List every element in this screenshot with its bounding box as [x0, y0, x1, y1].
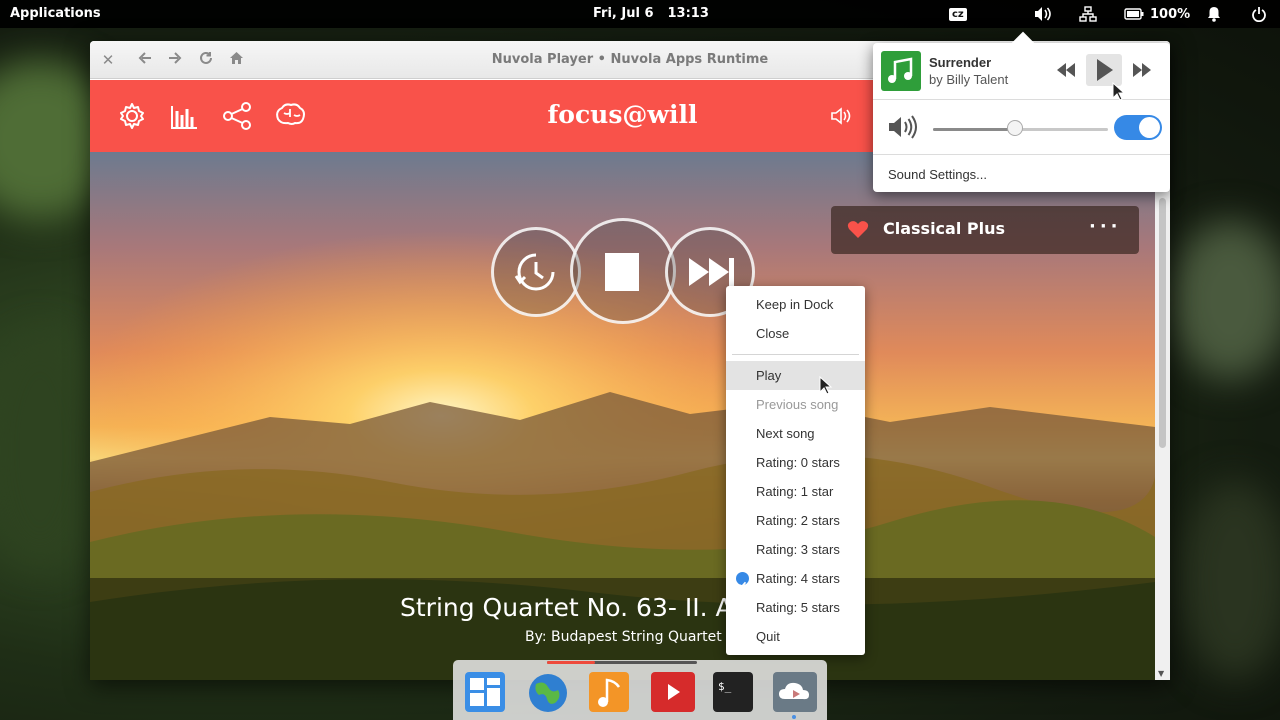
- network-icon[interactable]: [1078, 5, 1098, 23]
- popover-song-artist: by Billy Talent: [929, 72, 1009, 87]
- menu-item-previous-song[interactable]: Previous song: [726, 390, 865, 419]
- sound-indicator-icon[interactable]: [1032, 5, 1054, 23]
- mouse-pointer-icon: [1112, 82, 1126, 101]
- sound-settings-link[interactable]: Sound Settings...: [888, 167, 987, 182]
- brain-icon[interactable]: [274, 101, 305, 131]
- album-art-music-icon[interactable]: [881, 51, 921, 91]
- track-title: String Quartet No. 63- II. Ac: [400, 593, 746, 622]
- dock-progress-fill: [547, 661, 595, 664]
- menu-item-rating-3[interactable]: Rating: 3 stars: [726, 535, 865, 564]
- menu-item-rating-4-row[interactable]: Rating: 4 stars: [726, 564, 865, 593]
- popover-song-title: Surrender: [929, 55, 992, 70]
- menu-item-next-song[interactable]: Next song: [726, 419, 865, 448]
- menu-item-rating-2[interactable]: Rating: 2 stars: [726, 506, 865, 535]
- sound-popover: Surrender by Billy Talent Sound Settings…: [873, 31, 1170, 192]
- station-selector[interactable]: Classical Plus ···: [831, 206, 1139, 254]
- volume-slider-fill: [933, 128, 1016, 131]
- dock-playback-progress: [547, 661, 697, 664]
- applications-menu[interactable]: Applications: [10, 6, 101, 21]
- running-app-indicator: [792, 715, 796, 719]
- volume-slider-knob[interactable]: [1007, 120, 1024, 136]
- menu-item-rating-0[interactable]: Rating: 0 stars: [726, 448, 865, 477]
- menu-item-quit[interactable]: Quit: [726, 622, 865, 651]
- menu-item-rating-1[interactable]: Rating: 1 star: [726, 477, 865, 506]
- menu-item-close[interactable]: Close: [726, 319, 865, 348]
- menu-item-keep-in-dock[interactable]: Keep in Dock: [726, 290, 865, 319]
- web-browser-icon[interactable]: [527, 672, 567, 712]
- terminal-icon[interactable]: $_: [713, 672, 753, 712]
- power-status-indicator[interactable]: 100%: [1124, 5, 1190, 23]
- menu-separator: [732, 354, 859, 355]
- dock-context-menu: Keep in Dock Close Play Previous song Ne…: [726, 286, 865, 655]
- power-icon[interactable]: [1250, 5, 1268, 23]
- toggle-knob: [1139, 117, 1160, 138]
- multitasking-view-icon[interactable]: [465, 672, 505, 712]
- top-panel: Applications Fri, Jul 6 13:13 cz 100%: [0, 0, 1280, 28]
- sound-output-toggle[interactable]: [1114, 115, 1162, 140]
- more-options-icon[interactable]: ···: [1089, 216, 1122, 237]
- track-artist: By: Budapest String Quartet: [525, 629, 722, 645]
- svg-text:$_: $_: [718, 680, 732, 693]
- popover-arrow: [1011, 31, 1035, 55]
- next-track-icon[interactable]: [1131, 62, 1153, 83]
- menu-item-rating-4: Rating: 4 stars: [756, 571, 840, 586]
- history-button[interactable]: [491, 227, 581, 317]
- bar-chart-icon[interactable]: [169, 101, 199, 131]
- stop-square-icon: [605, 253, 639, 291]
- popover-divider: [873, 154, 1170, 155]
- app-volume-icon[interactable]: [830, 107, 852, 127]
- scroll-down-arrow-icon[interactable]: ▼: [1158, 669, 1164, 678]
- focus-at-will-logo: focus@will: [547, 100, 698, 129]
- menu-item-rating-5[interactable]: Rating: 5 stars: [726, 593, 865, 622]
- station-name: Classical Plus: [883, 219, 1006, 238]
- checkmark-icon: [736, 572, 749, 589]
- battery-percent: 100%: [1150, 6, 1191, 22]
- settings-gear-icon[interactable]: [117, 101, 147, 131]
- menu-item-play[interactable]: Play: [726, 361, 865, 390]
- notifications-icon[interactable]: [1205, 5, 1223, 23]
- date-label: Fri, Jul 6: [593, 6, 654, 21]
- dock: $_: [453, 660, 827, 720]
- share-icon[interactable]: [222, 101, 252, 131]
- nuvola-player-icon[interactable]: [773, 672, 817, 712]
- previous-track-icon[interactable]: [1055, 62, 1077, 83]
- date-time-indicator[interactable]: Fri, Jul 6 13:13: [593, 6, 723, 21]
- keyboard-layout-label: cz: [949, 7, 967, 21]
- sunset-background-image: Classical Plus ··· String Quartet No. 63…: [90, 152, 1155, 680]
- scrollbar-thumb[interactable]: [1159, 198, 1166, 448]
- heart-icon[interactable]: [847, 220, 869, 240]
- music-app-icon[interactable]: [589, 672, 629, 712]
- history-clock-icon: [514, 253, 555, 291]
- mouse-pointer-icon: [819, 376, 833, 395]
- volume-speaker-icon[interactable]: [887, 115, 919, 144]
- stop-button[interactable]: [570, 218, 676, 324]
- battery-icon: [1124, 8, 1144, 20]
- video-app-icon[interactable]: [651, 672, 695, 712]
- keyboard-indicator[interactable]: cz: [949, 5, 967, 23]
- time-label: 13:13: [667, 6, 709, 21]
